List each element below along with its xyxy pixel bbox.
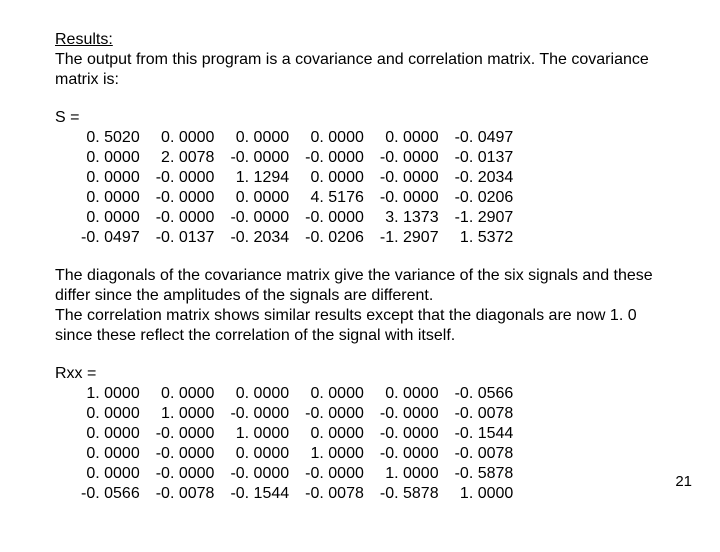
matrix-cell: -0. 1544 — [447, 424, 522, 444]
matrix-cell: 1. 0000 — [447, 484, 522, 504]
matrix-cell: 1. 0000 — [297, 444, 372, 464]
matrix-cell: 0. 0000 — [73, 188, 148, 208]
matrix-cell: -0. 0000 — [148, 168, 223, 188]
matrix-cell: -0. 0566 — [447, 384, 522, 404]
matrix-cell: 3. 1373 — [372, 208, 447, 228]
matrix-cell: -0. 2034 — [447, 168, 522, 188]
matrix-cell: -0. 0206 — [297, 228, 372, 248]
matrix-cell: -0. 0078 — [447, 444, 522, 464]
matrix-cell: -0. 0000 — [148, 188, 223, 208]
matrix-cell: -0. 0000 — [372, 444, 447, 464]
matrix-cell: 1. 0000 — [148, 404, 223, 424]
matrix-cell: -0. 0000 — [372, 148, 447, 168]
matrix-cell: -0. 0078 — [148, 484, 223, 504]
matrix-cell: -0. 5878 — [447, 464, 522, 484]
matrix-cell: -0. 0000 — [222, 404, 297, 424]
matrix-cell: 0. 0000 — [148, 384, 223, 404]
matrix-cell: -0. 0000 — [297, 404, 372, 424]
matrix-cell: 1. 0000 — [222, 424, 297, 444]
matrix-cell: 0. 0000 — [73, 208, 148, 228]
matrix-cell: 0. 0000 — [222, 128, 297, 148]
matrix-cell: -0. 0000 — [222, 148, 297, 168]
matrix-cell: -0. 0137 — [148, 228, 223, 248]
matrix-cell: -1. 2907 — [447, 208, 522, 228]
matrix-cell: 2. 0078 — [148, 148, 223, 168]
matrix-cell: -0. 0137 — [447, 148, 522, 168]
s-matrix-table: 0. 50200. 00000. 00000. 00000. 0000-0. 0… — [73, 128, 521, 248]
matrix-cell: 0. 0000 — [297, 384, 372, 404]
matrix-cell: 0. 0000 — [73, 424, 148, 444]
matrix-cell: -0. 0000 — [148, 464, 223, 484]
matrix-cell: 0. 0000 — [73, 444, 148, 464]
matrix-cell: 0. 0000 — [73, 464, 148, 484]
page-number: 21 — [675, 473, 692, 490]
matrix-cell: -0. 0206 — [447, 188, 522, 208]
matrix-cell: -0. 5878 — [372, 484, 447, 504]
matrix-cell: 0. 0000 — [372, 384, 447, 404]
matrix-cell: 0. 0000 — [222, 188, 297, 208]
matrix-cell: 0. 5020 — [73, 128, 148, 148]
matrix-cell: 1. 0000 — [73, 384, 148, 404]
matrix-cell: 0. 0000 — [222, 384, 297, 404]
matrix-cell: -1. 2907 — [372, 228, 447, 248]
matrix-cell: -0. 0566 — [73, 484, 148, 504]
matrix-cell: -0. 0497 — [73, 228, 148, 248]
matrix-cell: 0. 0000 — [148, 128, 223, 148]
matrix-cell: -0. 0000 — [297, 464, 372, 484]
matrix-cell: -0. 1544 — [222, 484, 297, 504]
matrix-cell: 0. 0000 — [73, 404, 148, 424]
matrix-cell: -0. 0000 — [148, 424, 223, 444]
matrix-cell: 0. 0000 — [372, 128, 447, 148]
matrix-cell: 0. 0000 — [73, 148, 148, 168]
matrix-cell: -0. 0078 — [297, 484, 372, 504]
r-matrix-label: Rxx = — [55, 364, 665, 384]
matrix-cell: 0. 0000 — [73, 168, 148, 188]
matrix-cell: -0. 0000 — [372, 424, 447, 444]
matrix-cell: 0. 0000 — [222, 444, 297, 464]
matrix-cell: -0. 2034 — [222, 228, 297, 248]
matrix-cell: -0. 0000 — [148, 208, 223, 228]
matrix-cell: 4. 5176 — [297, 188, 372, 208]
matrix-cell: 1. 0000 — [372, 464, 447, 484]
matrix-cell: 0. 0000 — [297, 128, 372, 148]
matrix-cell: -0. 0078 — [447, 404, 522, 424]
results-heading: Results: — [55, 31, 113, 48]
matrix-cell: -0. 0000 — [148, 444, 223, 464]
r-matrix-table: 1. 00000. 00000. 00000. 00000. 0000-0. 0… — [73, 384, 521, 504]
s-matrix-label: S = — [55, 108, 665, 128]
matrix-cell: 0. 0000 — [297, 424, 372, 444]
matrix-cell: 1. 5372 — [447, 228, 522, 248]
matrix-cell: -0. 0000 — [297, 148, 372, 168]
matrix-cell: -0. 0497 — [447, 128, 522, 148]
matrix-cell: 0. 0000 — [297, 168, 372, 188]
matrix-cell: -0. 0000 — [372, 404, 447, 424]
matrix-cell: -0. 0000 — [222, 464, 297, 484]
matrix-cell: -0. 0000 — [372, 188, 447, 208]
intro-text: The output from this program is a covari… — [55, 51, 649, 88]
matrix-cell: -0. 0000 — [372, 168, 447, 188]
matrix-cell: 1. 1294 — [222, 168, 297, 188]
matrix-cell: -0. 0000 — [297, 208, 372, 228]
matrix-cell: -0. 0000 — [222, 208, 297, 228]
mid-paragraph: The diagonals of the covariance matrix g… — [55, 266, 665, 346]
